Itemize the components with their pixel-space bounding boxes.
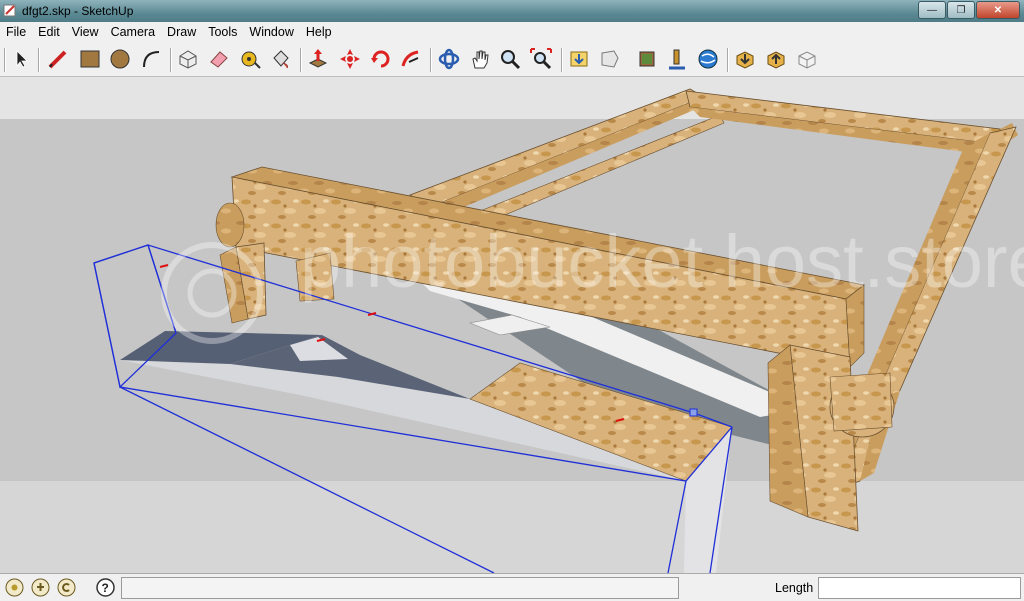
move-tool-button[interactable] <box>338 47 362 71</box>
orbit-icon <box>438 48 460 70</box>
circle-tool-button[interactable] <box>108 47 132 71</box>
pan-button[interactable] <box>468 47 492 71</box>
svg-text:?: ? <box>102 581 109 595</box>
line-tool-button[interactable] <box>46 47 70 71</box>
google-earth-icon <box>698 49 718 69</box>
move-icon <box>340 49 360 69</box>
watermark-title: photobucket host.store.share. <box>300 220 1024 303</box>
menu-tools[interactable]: Tools <box>202 25 243 39</box>
window-title: dfgt2.skp - SketchUp <box>22 4 134 18</box>
main-toolbar <box>0 42 1024 77</box>
get-models-icon <box>570 51 588 67</box>
make-component-button[interactable] <box>176 47 200 71</box>
title-bar: dfgt2.skp - SketchUp — ❐ ✕ <box>0 0 1024 22</box>
model-canvas: photobucket host.store.share. <box>0 77 1024 573</box>
menu-file[interactable]: File <box>0 25 32 39</box>
photo-textures-icon <box>639 51 655 67</box>
pan-icon <box>472 50 489 69</box>
zoom-icon <box>501 50 521 70</box>
status-bar: ? Length <box>0 573 1024 601</box>
make-component-icon <box>179 50 197 69</box>
eraser-tool-button[interactable] <box>207 47 231 71</box>
measurements-input[interactable] <box>818 577 1021 599</box>
push-pull-button[interactable] <box>306 47 330 71</box>
menu-edit[interactable]: Edit <box>32 25 66 39</box>
arc-icon <box>143 51 160 68</box>
follow-me-icon <box>401 50 419 67</box>
sketchup-app-icon[interactable] <box>3 3 18 18</box>
add-location-icon <box>669 49 685 70</box>
ground-near <box>0 481 1024 573</box>
get-models-button[interactable] <box>567 47 591 71</box>
menu-window[interactable]: Window <box>243 25 299 39</box>
orbit-button[interactable] <box>437 47 461 71</box>
get-3d-models-button[interactable] <box>733 47 757 71</box>
rectangle-icon <box>80 50 100 68</box>
google-earth-button[interactable] <box>696 47 720 71</box>
toolbar-separator <box>300 48 302 72</box>
circle-icon <box>110 49 130 69</box>
close-button[interactable]: ✕ <box>976 1 1020 19</box>
component-button[interactable] <box>795 47 819 71</box>
pencil-line-icon <box>48 50 67 69</box>
measurements-label: Length <box>775 581 814 595</box>
toolbar-grip[interactable] <box>4 48 6 72</box>
geo-location-icon[interactable] <box>5 578 24 597</box>
rotate-tool-button[interactable] <box>369 47 393 71</box>
toolbar-separator <box>38 48 40 72</box>
component-icon <box>798 51 816 69</box>
paint-bucket-icon <box>273 50 289 69</box>
share-model-icon <box>601 50 619 68</box>
follow-me-button[interactable] <box>399 47 423 71</box>
help-question-icon[interactable]: ? <box>96 578 115 597</box>
select-icon <box>16 50 28 68</box>
menu-draw[interactable]: Draw <box>161 25 202 39</box>
menu-view[interactable]: View <box>66 25 105 39</box>
share-model-button[interactable] <box>598 47 622 71</box>
minimize-button[interactable]: — <box>918 1 946 19</box>
share-component-button[interactable] <box>764 47 788 71</box>
eraser-icon <box>210 51 228 68</box>
sky <box>0 77 1024 119</box>
toolbar-separator <box>561 48 563 72</box>
zoom-extents-button[interactable] <box>529 47 553 71</box>
paint-bucket-button[interactable] <box>269 47 293 71</box>
status-message-field <box>121 577 679 599</box>
tape-measure-button[interactable] <box>238 47 262 71</box>
rectangle-tool-button[interactable] <box>78 47 102 71</box>
restore-button[interactable]: ❐ <box>947 1 975 19</box>
credits-icon[interactable] <box>31 578 50 597</box>
arc-tool-button[interactable] <box>139 47 163 71</box>
toolbar-separator <box>170 48 172 72</box>
zoom-extents-icon <box>530 48 552 70</box>
window-controls: — ❐ ✕ <box>917 1 1020 19</box>
menu-bar: File Edit View Camera Draw Tools Window … <box>0 22 1024 42</box>
toolbar-separator <box>430 48 432 72</box>
get-models-3d-icon <box>736 51 754 69</box>
select-tool-button[interactable] <box>9 47 33 71</box>
menu-help[interactable]: Help <box>300 25 338 39</box>
copyright-icon[interactable] <box>57 578 76 597</box>
share-component-icon <box>767 51 785 69</box>
tape-measure-icon <box>241 51 261 69</box>
rotate-icon <box>371 50 390 68</box>
menu-camera[interactable]: Camera <box>105 25 161 39</box>
add-location-button[interactable] <box>665 47 689 71</box>
photo-textures-button[interactable] <box>635 47 659 71</box>
drawing-viewport[interactable]: photobucket host.store.share. <box>0 77 1024 573</box>
toolbar-separator <box>727 48 729 72</box>
push-pull-icon <box>308 49 328 68</box>
zoom-button[interactable] <box>498 47 522 71</box>
